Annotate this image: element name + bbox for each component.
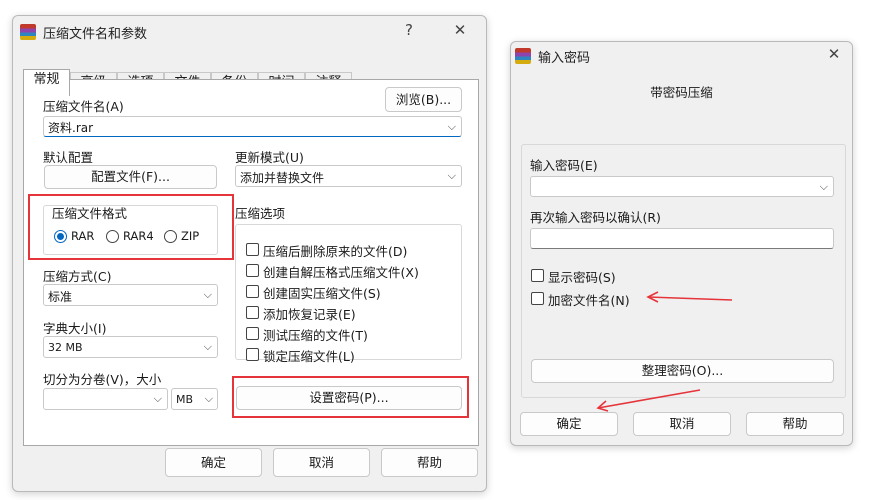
arrow-to-ok-button xyxy=(596,389,701,412)
tab-general[interactable]: 常规 xyxy=(23,69,70,96)
annotation-arrows xyxy=(596,291,733,412)
arrow-to-encrypt-names xyxy=(646,291,733,303)
